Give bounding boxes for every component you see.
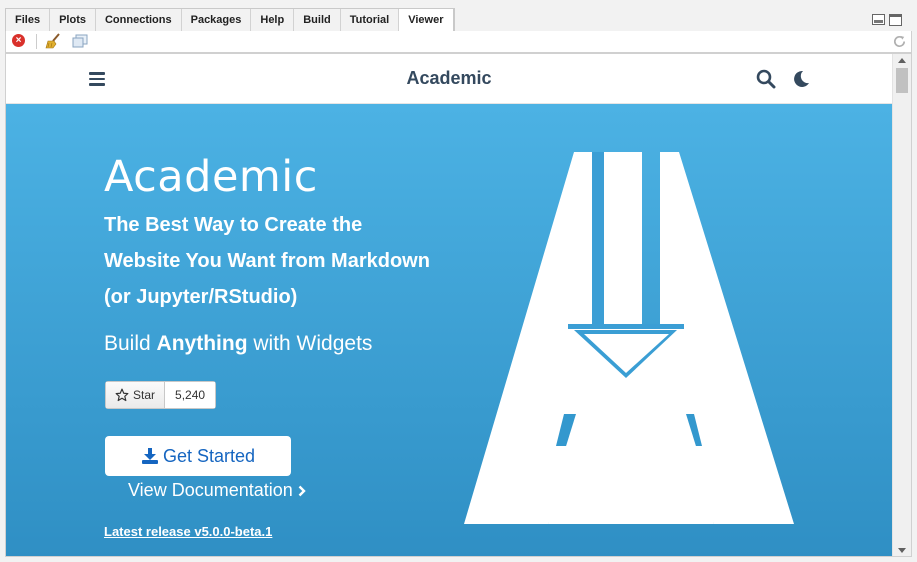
site-navbar: Academic xyxy=(6,54,892,104)
dark-mode-moon-icon[interactable] xyxy=(791,69,811,89)
tagline-suffix: with Widgets xyxy=(253,332,373,355)
tab-viewer[interactable]: Viewer xyxy=(399,9,454,32)
star-button[interactable]: Star xyxy=(106,382,166,408)
pane-window-controls xyxy=(872,14,902,26)
clear-broom-icon[interactable] xyxy=(44,32,62,50)
tab-packages[interactable]: Packages xyxy=(182,9,252,31)
tab-build[interactable]: Build xyxy=(294,9,341,31)
pane-tabs: Files Plots Connections Packages Help Bu… xyxy=(5,8,455,32)
maximize-pane-button[interactable] xyxy=(889,14,902,26)
tagline-prefix: Build xyxy=(104,332,151,355)
toolbar-divider xyxy=(36,34,37,49)
search-icon[interactable] xyxy=(756,69,776,89)
scroll-down-arrow-icon[interactable] xyxy=(898,548,906,553)
minimize-pane-button[interactable] xyxy=(872,14,885,25)
vertical-scrollbar[interactable] xyxy=(892,54,911,556)
tab-files[interactable]: Files xyxy=(6,9,51,31)
pane-tabbar: Files Plots Connections Packages Help Bu… xyxy=(0,0,917,32)
chevron-right-icon xyxy=(298,485,306,496)
hero-section: Academic The Best Way to Create the Webs… xyxy=(6,104,892,556)
hero-subtitle: The Best Way to Create the Website You W… xyxy=(104,214,430,308)
popout-icon[interactable] xyxy=(72,34,88,48)
hero-tagline: Build Anything with Widgets xyxy=(104,332,372,356)
star-label: Star xyxy=(133,388,156,402)
academic-logo xyxy=(464,152,794,524)
scroll-up-arrow-icon[interactable] xyxy=(898,58,906,63)
get-started-label: Get Started xyxy=(162,445,256,466)
github-star-widget[interactable]: Star 5,240 xyxy=(105,381,217,409)
latest-release-link[interactable]: Latest release v5.0.0-beta.1 xyxy=(104,524,272,539)
star-count[interactable]: 5,240 xyxy=(165,382,216,408)
hero-title: Academic xyxy=(104,152,318,202)
star-icon xyxy=(115,388,129,402)
refresh-icon[interactable] xyxy=(892,34,907,49)
viewer-frame: Academic Academic The Best Way to Create… xyxy=(5,53,912,557)
view-documentation-link[interactable]: View Documentation xyxy=(128,480,306,501)
viewer-toolbar: × xyxy=(5,31,912,53)
get-started-button[interactable]: Get Started xyxy=(105,436,291,476)
view-documentation-label: View Documentation xyxy=(128,480,293,500)
stop-icon[interactable]: × xyxy=(12,34,25,47)
download-icon xyxy=(141,448,158,464)
tagline-emphasis: Anything xyxy=(156,332,248,355)
tab-tutorial[interactable]: Tutorial xyxy=(341,9,400,31)
tab-help[interactable]: Help xyxy=(251,9,295,31)
scroll-thumb[interactable] xyxy=(896,68,908,93)
tab-connections[interactable]: Connections xyxy=(96,9,182,31)
tab-plots[interactable]: Plots xyxy=(50,9,96,31)
